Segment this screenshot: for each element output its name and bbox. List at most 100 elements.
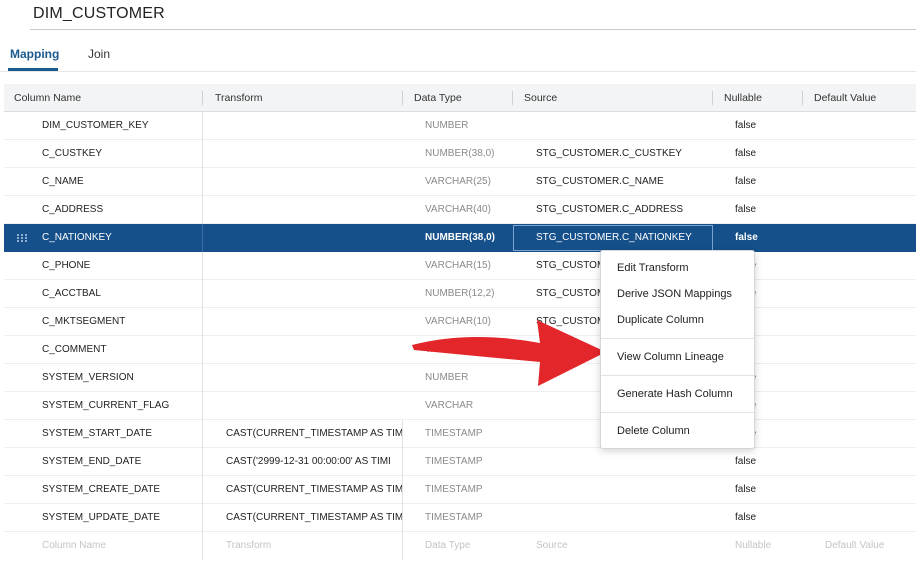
column-resizer[interactable]: [402, 91, 403, 105]
table-row[interactable]: SYSTEM_END_DATE CAST('2999-12-31 00:00:0…: [4, 448, 916, 476]
header-default-value[interactable]: Default Value: [814, 84, 876, 112]
default-value-cell[interactable]: [825, 224, 915, 252]
data-type-cell[interactable]: NUMBER(38,0): [425, 224, 511, 252]
default-value-cell[interactable]: [825, 280, 915, 308]
default-value-cell[interactable]: [825, 308, 915, 336]
column-name-cell[interactable]: C_ADDRESS: [42, 196, 200, 224]
column-name-cell[interactable]: SYSTEM_CURRENT_FLAG: [42, 392, 200, 420]
data-type-cell[interactable]: TIMESTAMP: [425, 448, 511, 476]
table-row-selected[interactable]: C_NATIONKEY NUMBER(38,0) STG_CUSTOMER.C_…: [4, 224, 916, 252]
default-value-cell[interactable]: [825, 420, 915, 448]
table-row[interactable]: C_NAME VARCHAR(25) STG_CUSTOMER.C_NAME f…: [4, 168, 916, 196]
column-name-cell[interactable]: SYSTEM_UPDATE_DATE: [42, 504, 200, 532]
data-type-cell[interactable]: NUMBER(38,0): [425, 140, 511, 168]
source-cell[interactable]: STG_CUSTOMER.C_ADDRESS: [536, 196, 712, 224]
default-value-cell[interactable]: [825, 392, 915, 420]
nullable-cell[interactable]: false: [735, 168, 795, 196]
transform-cell[interactable]: [226, 280, 402, 308]
table-row[interactable]: SYSTEM_VERSION NUMBER false: [4, 364, 916, 392]
column-name-cell[interactable]: SYSTEM_VERSION: [42, 364, 200, 392]
table-row[interactable]: SYSTEM_CREATE_DATE CAST(CURRENT_TIMESTAM…: [4, 476, 916, 504]
source-cell[interactable]: STG_CUSTOMER.C_NATIONKEY: [536, 224, 712, 252]
nullable-cell[interactable]: false: [735, 504, 795, 532]
default-value-cell[interactable]: [825, 504, 915, 532]
data-type-cell[interactable]: VARCHAR: [425, 392, 511, 420]
new-default-value-input[interactable]: Default Value: [825, 532, 915, 560]
source-cell[interactable]: STG_CUSTOMER.C_CUSTKEY: [536, 140, 712, 168]
menu-item-generate-hash-column[interactable]: Generate Hash Column: [601, 382, 754, 406]
source-cell[interactable]: [536, 476, 712, 504]
transform-cell[interactable]: [226, 196, 402, 224]
default-value-cell[interactable]: [825, 476, 915, 504]
transform-cell[interactable]: [226, 308, 402, 336]
table-row[interactable]: C_ACCTBAL NUMBER(12,2) STG_CUSTOM false: [4, 280, 916, 308]
transform-cell[interactable]: CAST('2999-12-31 00:00:00' AS TIMI: [226, 448, 402, 476]
transform-cell[interactable]: [226, 140, 402, 168]
menu-item-derive-json-mappings[interactable]: Derive JSON Mappings: [601, 282, 754, 306]
column-resizer[interactable]: [202, 91, 203, 105]
new-column-row[interactable]: Column Name Transform Data Type Source N…: [4, 532, 916, 560]
table-row[interactable]: C_MKTSEGMENT VARCHAR(10) STG_CUSTOM: [4, 308, 916, 336]
table-row[interactable]: C_ADDRESS VARCHAR(40) STG_CUSTOMER.C_ADD…: [4, 196, 916, 224]
nullable-cell[interactable]: false: [735, 476, 795, 504]
default-value-cell[interactable]: [825, 168, 915, 196]
column-name-cell[interactable]: C_COMMENT: [42, 336, 200, 364]
nullable-cell[interactable]: false: [735, 224, 795, 252]
default-value-cell[interactable]: [825, 364, 915, 392]
data-type-cell[interactable]: VARCHAR(40): [425, 196, 511, 224]
nullable-cell[interactable]: false: [735, 196, 795, 224]
default-value-cell[interactable]: [825, 336, 915, 364]
table-row[interactable]: SYSTEM_CURRENT_FLAG VARCHAR false: [4, 392, 916, 420]
table-row[interactable]: C_CUSTKEY NUMBER(38,0) STG_CUSTOMER.C_CU…: [4, 140, 916, 168]
header-source[interactable]: Source: [524, 84, 557, 112]
tab-mapping[interactable]: Mapping: [10, 47, 59, 61]
new-nullable-input[interactable]: Nullable: [735, 532, 795, 560]
header-nullable[interactable]: Nullable: [724, 84, 762, 112]
column-name-cell[interactable]: C_NATIONKEY: [42, 224, 200, 252]
column-name-cell[interactable]: C_MKTSEGMENT: [42, 308, 200, 336]
menu-item-delete-column[interactable]: Delete Column: [601, 419, 754, 443]
header-column-name[interactable]: Column Name: [14, 84, 81, 112]
default-value-cell[interactable]: [825, 448, 915, 476]
column-resizer[interactable]: [802, 91, 803, 105]
data-type-cell[interactable]: TIMESTAMP: [425, 420, 511, 448]
column-resizer[interactable]: [512, 91, 513, 105]
column-name-cell[interactable]: SYSTEM_END_DATE: [42, 448, 200, 476]
header-data-type[interactable]: Data Type: [414, 84, 462, 112]
default-value-cell[interactable]: [825, 140, 915, 168]
nullable-cell[interactable]: false: [735, 140, 795, 168]
transform-cell[interactable]: [226, 224, 402, 252]
transform-cell[interactable]: [226, 392, 402, 420]
menu-item-duplicate-column[interactable]: Duplicate Column: [601, 308, 754, 332]
new-source-input[interactable]: Source: [536, 532, 712, 560]
data-type-cell[interactable]: TIMESTAMP: [425, 476, 511, 504]
data-type-cell[interactable]: VARCHAR(25): [425, 168, 511, 196]
table-row[interactable]: SYSTEM_UPDATE_DATE CAST(CURRENT_TIMESTAM…: [4, 504, 916, 532]
source-cell[interactable]: [536, 112, 712, 140]
tab-join[interactable]: Join: [88, 47, 110, 61]
column-name-cell[interactable]: SYSTEM_START_DATE: [42, 420, 200, 448]
column-name-cell[interactable]: C_PHONE: [42, 252, 200, 280]
source-cell[interactable]: [536, 504, 712, 532]
source-cell[interactable]: STG_CUSTOMER.C_NAME: [536, 168, 712, 196]
menu-item-edit-transform[interactable]: Edit Transform: [601, 256, 754, 280]
column-name-cell[interactable]: C_NAME: [42, 168, 200, 196]
column-resizer[interactable]: [712, 91, 713, 105]
data-type-cell[interactable]: NUMBER(12,2): [425, 280, 511, 308]
new-data-type-input[interactable]: Data Type: [425, 532, 511, 560]
default-value-cell[interactable]: [825, 252, 915, 280]
transform-cell[interactable]: [226, 112, 402, 140]
column-name-cell[interactable]: C_ACCTBAL: [42, 280, 200, 308]
transform-cell[interactable]: [226, 168, 402, 196]
data-type-cell[interactable]: TIMESTAMP: [425, 504, 511, 532]
transform-cell[interactable]: [226, 364, 402, 392]
table-row[interactable]: C_COMMENT VARCHAR(117): [4, 336, 916, 364]
table-row[interactable]: DIM_CUSTOMER_KEY NUMBER false: [4, 112, 916, 140]
transform-cell[interactable]: [226, 252, 402, 280]
transform-cell[interactable]: [226, 336, 402, 364]
table-row[interactable]: C_PHONE VARCHAR(15) STG_CUSTOM false: [4, 252, 916, 280]
data-type-cell[interactable]: NUMBER: [425, 112, 511, 140]
column-name-cell[interactable]: DIM_CUSTOMER_KEY: [42, 112, 200, 140]
data-type-cell[interactable]: VARCHAR(15): [425, 252, 511, 280]
data-type-cell[interactable]: NUMBER: [425, 364, 511, 392]
